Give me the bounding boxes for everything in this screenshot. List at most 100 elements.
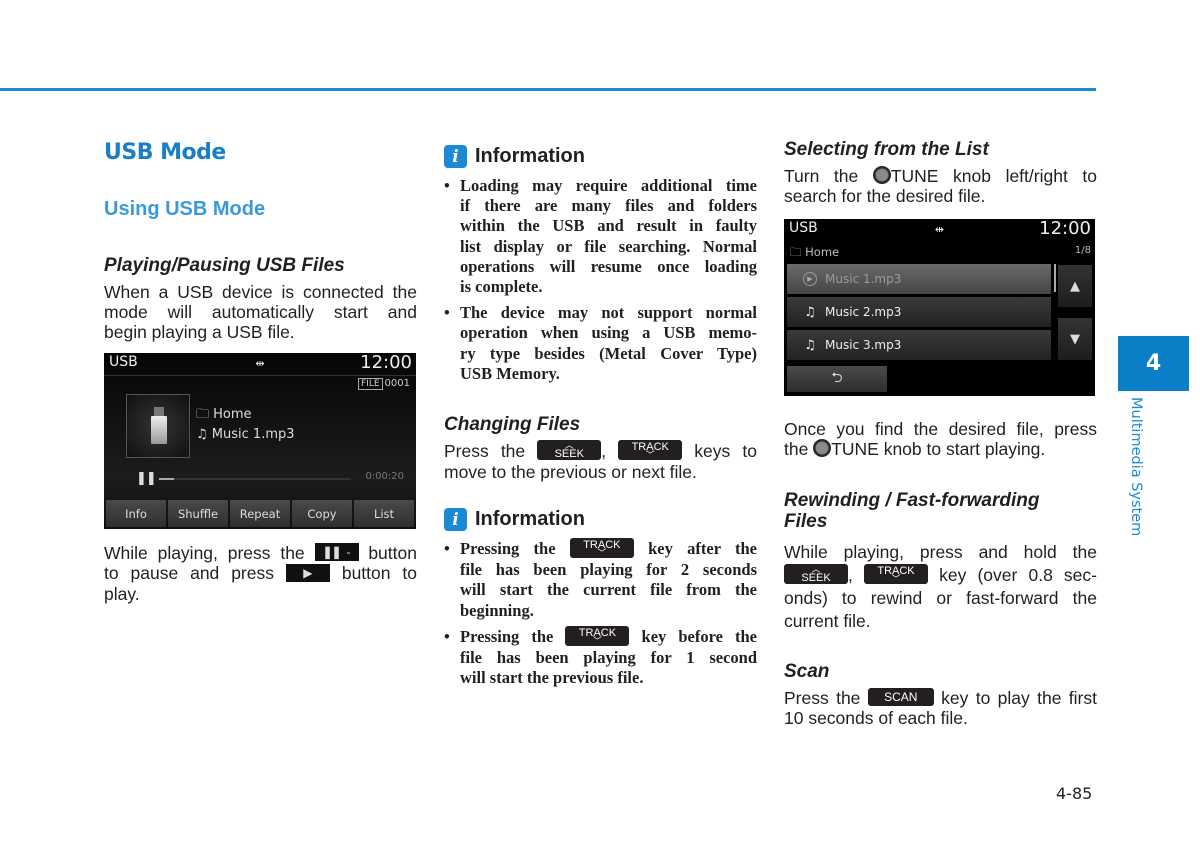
back-button[interactable]: ⮌: [787, 366, 887, 392]
usb-icon: ⇹: [255, 357, 265, 370]
text-line: operation when using a USB memo-: [460, 323, 757, 343]
heading-line: Files: [784, 511, 828, 532]
list-item-label: Music 3.mp3: [825, 338, 902, 352]
status-bar: USB ⇹ 12:00: [784, 219, 1095, 241]
text-line: ︿ SEEK, TRACK ﹀ key (over 0.8 sec-: [784, 564, 1097, 587]
text-line: Press the ︿ SEEK, TRACK ﹀ keys to: [444, 439, 757, 461]
info-bullet: Pressing the TRACK﹀ key before the file …: [444, 626, 757, 689]
text-fragment: keys to: [694, 441, 757, 461]
info-heading: i Information: [444, 145, 585, 168]
clock: 12:00: [1039, 219, 1091, 239]
found-paragraph: Once you find the desired file, press th…: [784, 419, 1097, 459]
text-fragment: Pressing the: [460, 539, 556, 558]
info-button[interactable]: Info: [106, 500, 166, 527]
text-line: the TUNE knob to start playing.: [784, 439, 1097, 459]
pause-paragraph: While playing, press the ❚❚ - button to p…: [104, 543, 417, 604]
text-line: is complete.: [460, 277, 543, 297]
chapter-tab: 4: [1118, 336, 1189, 391]
seek-key: ︿ SEEK: [784, 564, 848, 585]
text-line: move to the previous or next file.: [444, 462, 697, 483]
text-fragment: Press the: [444, 441, 526, 461]
playing-paragraph: When a USB device is connected the mode …: [104, 282, 417, 342]
changing-paragraph: Press the ︿ SEEK, TRACK ﹀ keys to move to …: [444, 439, 757, 483]
shuffle-button[interactable]: Shuffle: [168, 500, 228, 527]
scan-heading: Scan: [784, 661, 830, 682]
chapter-label: Multimedia System: [1128, 397, 1144, 537]
list-item[interactable]: ▶ Music 1.mp3: [787, 264, 1051, 294]
text-line: onds) to rewind or fast-forward the: [784, 588, 1097, 608]
play-icon: ▶: [303, 565, 313, 580]
play-circle-icon: ▶: [803, 272, 817, 286]
info-bullet: Pressing the TRACK﹀ key after the file h…: [444, 538, 757, 621]
key-label: SCAN: [884, 690, 918, 705]
text-line: will start the previous file.: [460, 668, 644, 688]
music-note-icon: ♫: [804, 337, 816, 353]
track-key: TRACK ﹀: [569, 538, 634, 559]
text-line: ry type besides (Metal Cover Type): [460, 343, 757, 363]
inline-pause-button: ❚❚ -: [314, 543, 359, 562]
repeat-button[interactable]: Repeat: [230, 500, 290, 527]
scroll-down-button[interactable]: ▼: [1058, 318, 1092, 360]
info-icon: i: [444, 508, 467, 531]
chevron-down-icon: ﹀: [645, 449, 655, 460]
scrollbar[interactable]: [1054, 264, 1056, 292]
key-label: SEEK: [801, 571, 831, 584]
text-line: USB Memory.: [460, 363, 560, 383]
text-line: begin playing a USB file.: [104, 322, 295, 342]
path-row: 🗀 Home: [790, 245, 839, 264]
list-item[interactable]: ♫ Music 2.mp3: [787, 297, 1051, 327]
text-line: file has been playing for 2 seconds: [460, 560, 757, 580]
heading-line: Rewinding / Fast-forwarding: [784, 490, 1040, 511]
text-line: Loading may require additional time: [460, 176, 757, 195]
track-key: TRACK ﹀: [864, 564, 928, 585]
path-label: Home: [805, 245, 840, 259]
text-line: The device may not support normal: [460, 303, 757, 323]
chevron-down-icon: ﹀: [891, 573, 901, 584]
track-row: ♫ Music 1.mp3: [196, 427, 295, 442]
status-bar: USB ⇹ 12:00: [104, 353, 416, 375]
text-fragment: button to: [341, 563, 417, 584]
triangle-up-icon: ▲: [1070, 278, 1080, 294]
text-line: file has been playing for 1 second: [460, 648, 757, 668]
file-tag: FILE: [358, 378, 383, 390]
header-rule: [0, 88, 1096, 91]
info-bullet: Loading may require additional time if t…: [444, 176, 757, 297]
section-title: USB Mode: [104, 140, 226, 165]
rewind-paragraph: While playing, press and hold the ︿ SEEK,…: [784, 541, 1097, 633]
list-item[interactable]: ♫ Music 3.mp3: [787, 330, 1051, 360]
text-line: Press the SCAN key to play the first: [784, 688, 1097, 708]
page-number: 4-85: [1056, 784, 1093, 803]
list-button[interactable]: List: [354, 500, 414, 527]
text-line: Turn the TUNE knob left/right to: [784, 166, 1097, 186]
scan-key: SCAN: [867, 688, 934, 707]
rewind-heading: Rewinding / Fast-forwarding Files: [784, 490, 1039, 532]
info-title: Information: [475, 145, 585, 167]
progress-bar[interactable]: [159, 478, 351, 480]
text-fragment: Turn the: [784, 166, 859, 186]
text-fragment: TUNE knob to start playing.: [831, 439, 1046, 459]
scroll-up-button[interactable]: ▲: [1058, 265, 1092, 307]
text-fragment: the: [784, 439, 809, 459]
music-note-icon: ♫: [804, 304, 816, 320]
pause-button[interactable]: ❚❚: [136, 471, 157, 486]
key-label: SEEK: [554, 447, 584, 460]
usb-playing-screen: USB ⇹ 12:00 FILE 0001 🗀 Home ♫ Music 1.mp…: [104, 353, 416, 529]
seek-key: ︿ SEEK: [537, 440, 602, 461]
elapsed-time: 0:00:20: [365, 471, 404, 482]
text-line: play.: [104, 583, 140, 604]
list-item-label: Music 2.mp3: [825, 305, 902, 319]
copy-button[interactable]: Copy: [292, 500, 352, 527]
info-bullet-list: Loading may require additional time if t…: [444, 176, 757, 390]
source-label: USB: [789, 220, 818, 236]
divider: [104, 375, 416, 376]
softkey-bar: Info Shuffle Repeat Copy List: [106, 500, 414, 527]
source-label: USB: [109, 354, 138, 370]
text-line: Pressing the TRACK﹀ key before the: [460, 626, 757, 648]
info-bullet-list: Pressing the TRACK﹀ key after the file h…: [444, 538, 757, 694]
text-line: will start the current file from the: [460, 580, 757, 600]
music-note-icon: ♫: [196, 427, 208, 442]
text-fragment: key (over 0.8 sec-: [939, 565, 1097, 585]
track-key: TRACK ﹀: [565, 626, 630, 647]
text-fragment: Press the: [784, 688, 861, 708]
track-name: Music 1.mp3: [211, 427, 295, 442]
